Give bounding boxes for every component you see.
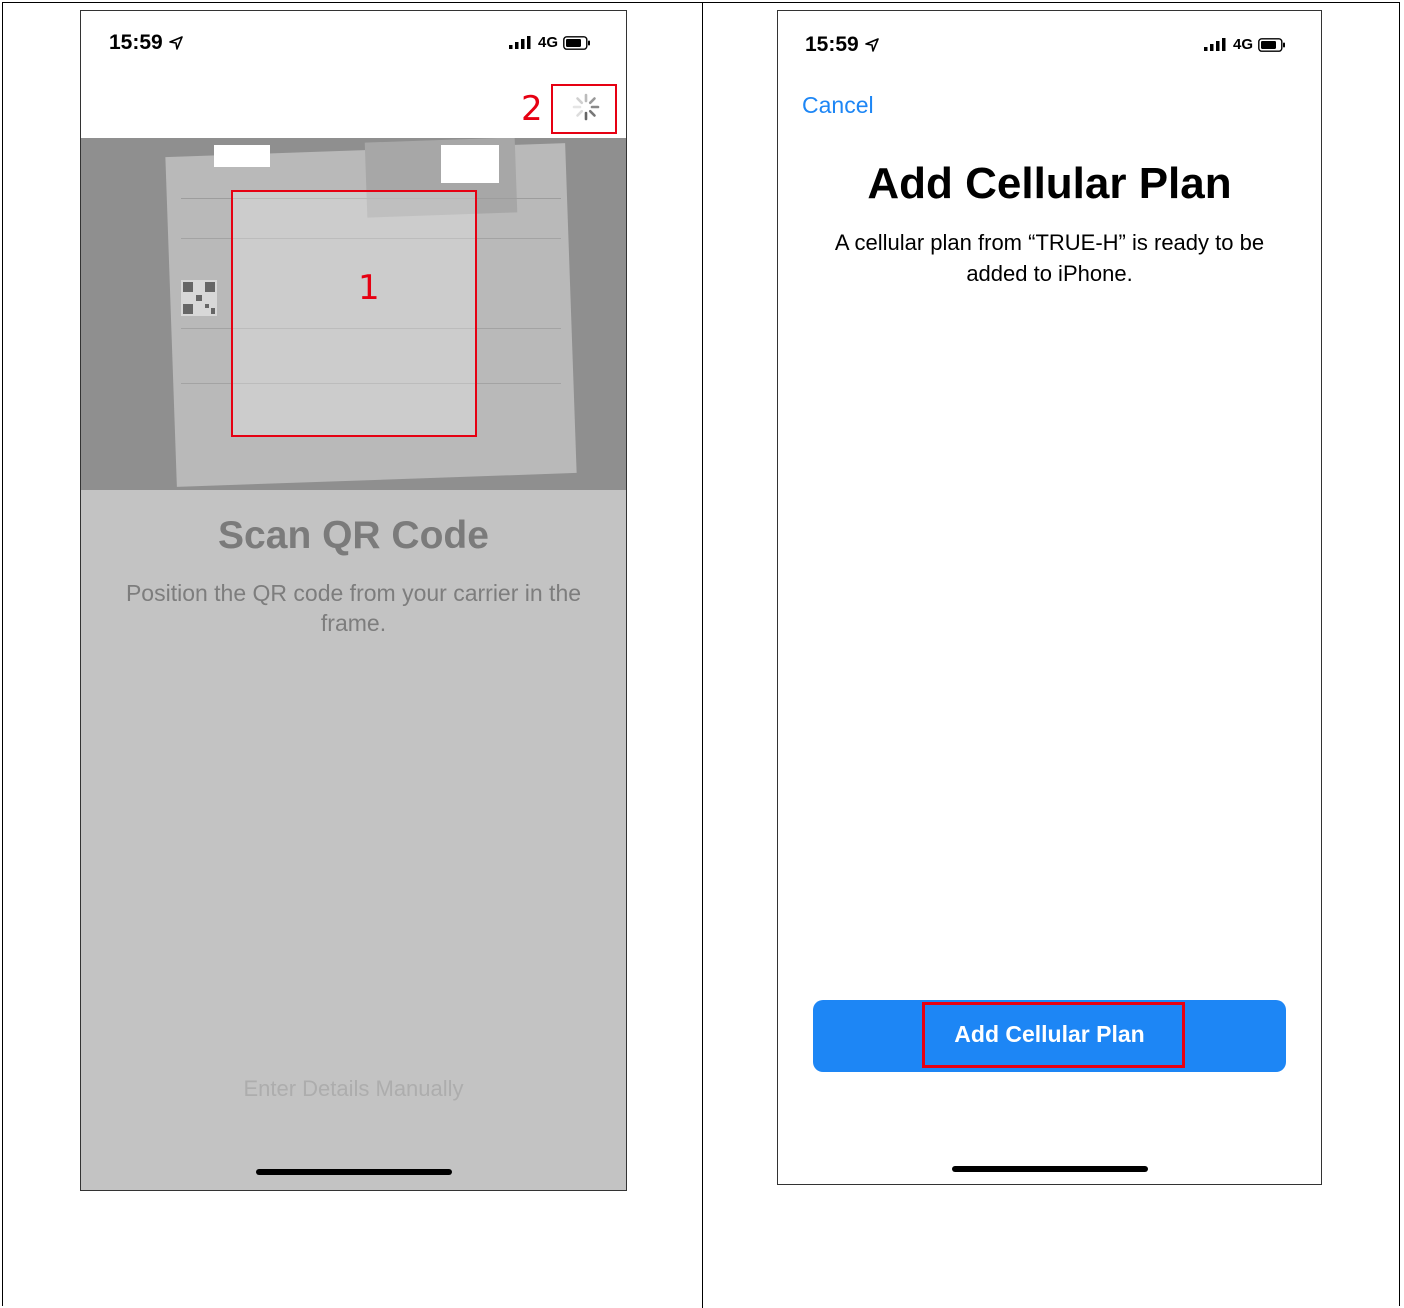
annotation-number-1: 1	[358, 268, 380, 308]
annotation-box-button	[922, 1002, 1185, 1068]
status-time: 15:59	[805, 33, 859, 56]
signal-bars-icon	[509, 35, 531, 49]
annotation-box-1	[231, 190, 477, 437]
battery-icon	[563, 35, 591, 50]
battery-icon	[1258, 37, 1286, 52]
page-subtitle: Position the QR code from your carrier i…	[125, 580, 582, 636]
column-divider	[702, 2, 703, 1308]
page-title: Scan QR Code	[218, 514, 489, 557]
page-title: Add Cellular Plan	[867, 159, 1232, 208]
home-indicator[interactable]	[256, 1169, 452, 1175]
enter-details-manually-link[interactable]: Enter Details Manually	[81, 1076, 626, 1102]
signal-bars-icon	[1204, 37, 1226, 51]
status-time: 15:59	[109, 31, 163, 54]
redaction-block	[441, 145, 499, 183]
loading-spinner-icon[interactable]	[572, 93, 600, 121]
network-type: 4G	[1233, 36, 1254, 53]
scan-instructions-panel: Scan QR Code Position the QR code from y…	[81, 490, 626, 1190]
status-bar-left: 15:59	[109, 31, 183, 55]
camera-preview: 1	[81, 138, 626, 490]
network-type: 4G	[538, 34, 559, 51]
qr-code-icon	[181, 280, 217, 316]
annotation-number-2: 2	[521, 89, 543, 129]
home-indicator[interactable]	[952, 1166, 1148, 1172]
cancel-button[interactable]: Cancel	[802, 92, 874, 119]
redaction-block	[214, 145, 270, 167]
status-bar-right: 4G	[509, 34, 591, 51]
plan-description: A cellular plan from “TRUE-H” is ready t…	[834, 230, 1265, 286]
location-arrow-icon	[168, 36, 183, 50]
status-bar-right: 4G	[1204, 36, 1286, 53]
add-cellular-plan-screen: 15:59 4G Cancel Add Cellular Plan A cell…	[777, 10, 1322, 1185]
status-bar-left: 15:59	[805, 33, 879, 57]
location-arrow-icon	[864, 38, 879, 52]
scan-qr-screen: 15:59 4G 2 1 Scan QR Code Position the Q…	[80, 10, 627, 1191]
